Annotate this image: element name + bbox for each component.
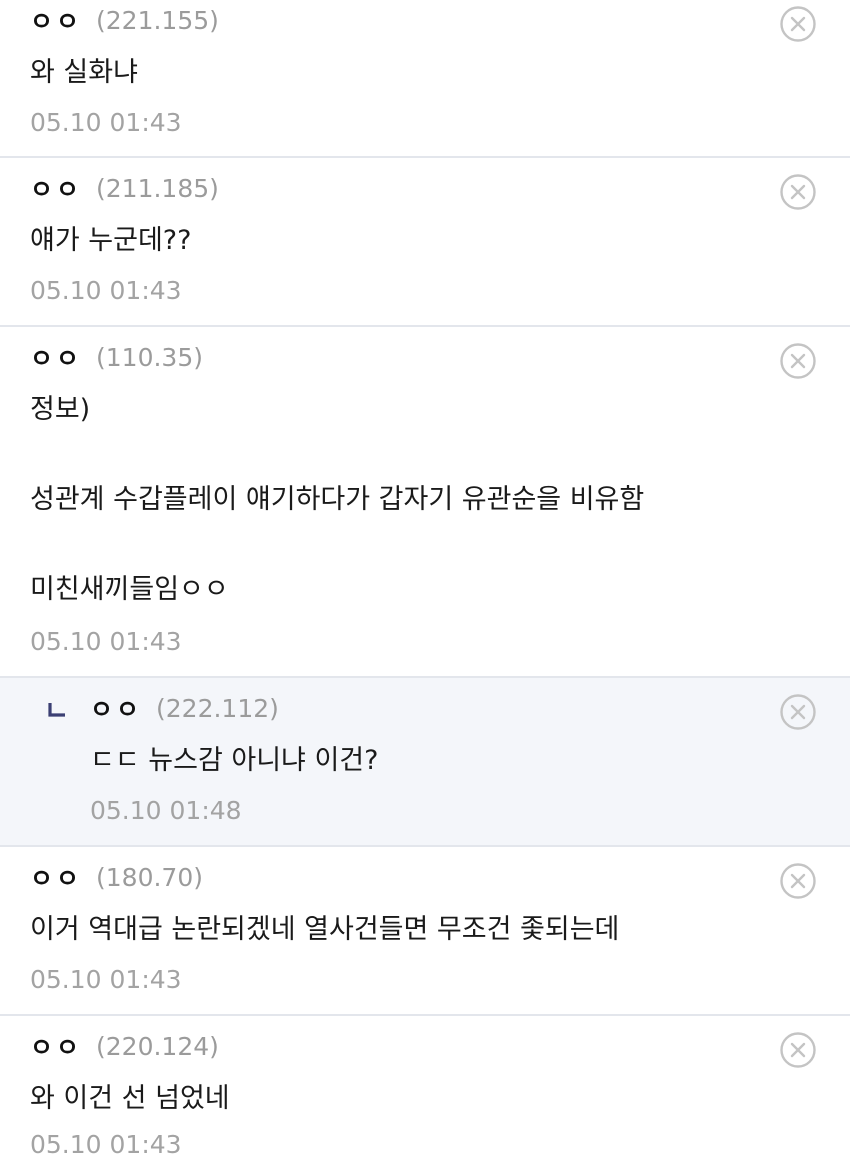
delete-button[interactable] — [780, 6, 816, 42]
nickname[interactable]: ㅇㅇ — [90, 690, 142, 726]
close-circle-icon — [780, 863, 816, 899]
comment-item: ㅇㅇ (211.185) 얘가 누군데?? 05.10 01:43 — [0, 158, 850, 327]
delete-button[interactable] — [780, 694, 816, 730]
timestamp: 05.10 01:43 — [30, 965, 182, 994]
timestamp: 05.10 01:48 — [90, 796, 242, 825]
comment-meta: ㅇㅇ (180.70) — [30, 857, 203, 897]
delete-button[interactable] — [780, 863, 816, 899]
ip-address: (211.185) — [96, 173, 219, 203]
comment-meta: ㅇㅇ (110.35) — [30, 337, 203, 377]
close-circle-icon — [780, 6, 816, 42]
comment-meta: ㅇㅇ (211.185) — [30, 168, 219, 208]
delete-button[interactable] — [780, 343, 816, 379]
comment-item: ㅇㅇ (110.35) 정보) 성관계 수갑플레이 얘기하다가 갑자기 유관순을… — [0, 327, 850, 678]
comment-meta: ㅇㅇ (220.124) — [30, 1026, 219, 1066]
close-circle-icon — [780, 343, 816, 379]
delete-button[interactable] — [780, 1032, 816, 1068]
comment-item: ㅇㅇ (220.124) 와 이건 선 넘었네 05.10 01:43 — [0, 1016, 850, 1170]
ip-address: (221.155) — [96, 5, 219, 35]
ip-address: (222.112) — [156, 693, 279, 723]
comment-text: 와 실화냐 — [30, 57, 138, 88]
comment-text: 와 이건 선 넘었네 — [30, 1083, 230, 1114]
comment-item: ㅇㅇ (221.155) 와 실화냐 05.10 01:43 — [0, 0, 850, 158]
comment-list: ㅇㅇ (221.155) 와 실화냐 05.10 01:43 ㅇㅇ (211.1… — [0, 0, 850, 1170]
nickname[interactable]: ㅇㅇ — [30, 339, 82, 375]
reply-arrow-icon — [48, 703, 65, 717]
comment-text: 얘가 누군데?? — [30, 225, 192, 256]
timestamp: 05.10 01:43 — [30, 627, 182, 656]
ip-address: (220.124) — [96, 1031, 219, 1061]
nickname[interactable]: ㅇㅇ — [30, 1028, 82, 1064]
comment-text: 이거 역대급 논란되겠네 열사건들면 무조건 좇되는데 — [30, 914, 620, 945]
ip-address: (110.35) — [96, 342, 203, 372]
nickname[interactable]: ㅇㅇ — [30, 170, 82, 206]
reply-item: ㅇㅇ (222.112) ㄷㄷ 뉴스감 아니냐 이건? 05.10 01:48 — [0, 678, 850, 847]
timestamp: 05.10 01:43 — [30, 276, 182, 305]
delete-button[interactable] — [780, 174, 816, 210]
comment-meta: ㅇㅇ (222.112) — [90, 688, 279, 728]
comment-text: 정보) 성관계 수갑플레이 얘기하다가 갑자기 유관순을 비유함 미친새끼들임ㅇ… — [30, 394, 645, 605]
close-circle-icon — [780, 694, 816, 730]
close-circle-icon — [780, 1032, 816, 1068]
comment-item: ㅇㅇ (180.70) 이거 역대급 논란되겠네 열사건들면 무조건 좇되는데 … — [0, 847, 850, 1016]
comment-meta: ㅇㅇ (221.155) — [30, 0, 219, 40]
comment-text: ㄷㄷ 뉴스감 아니냐 이건? — [90, 745, 379, 776]
timestamp: 05.10 01:43 — [30, 1130, 182, 1159]
close-circle-icon — [780, 174, 816, 210]
nickname[interactable]: ㅇㅇ — [30, 859, 82, 895]
ip-address: (180.70) — [96, 862, 203, 892]
nickname[interactable]: ㅇㅇ — [30, 2, 82, 38]
timestamp: 05.10 01:43 — [30, 108, 182, 137]
